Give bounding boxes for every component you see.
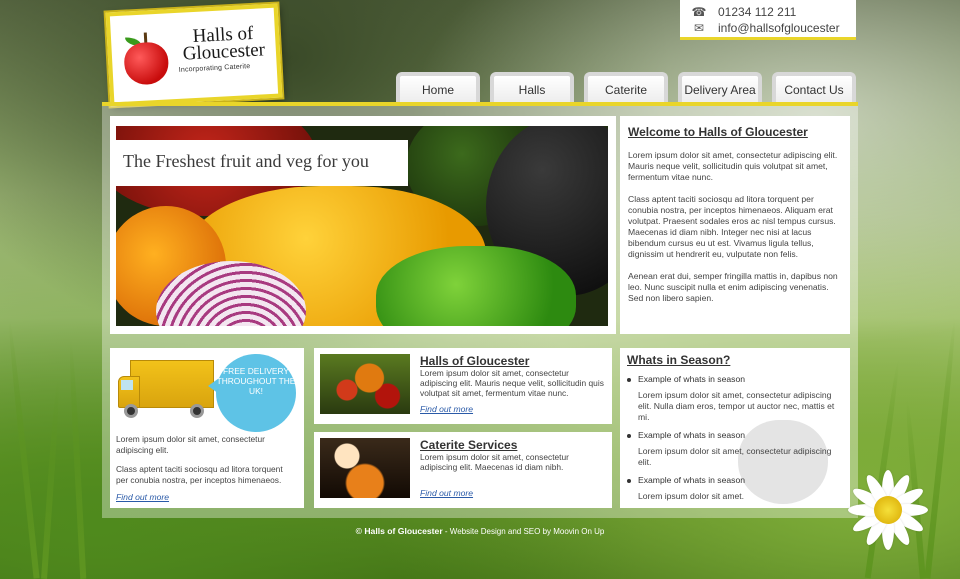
footer: © Halls of Gloucester - Website Design a…	[102, 526, 858, 536]
nav-contact-us[interactable]: Contact Us	[772, 72, 856, 104]
delivery-text: Class aptent taciti sociosqu ad litora t…	[116, 464, 283, 485]
nav-delivery-area[interactable]: Delivery Area	[678, 72, 762, 104]
feature-box-caterite: Caterite Services Lorem ipsum dolor sit …	[314, 432, 612, 508]
welcome-paragraph: Aenean erat dui, semper fringilla mattis…	[628, 271, 838, 303]
find-out-more-link[interactable]: Find out more	[420, 488, 473, 498]
season-item: Example of whats in season Lorem ipsum do…	[627, 430, 843, 468]
feature-text: Lorem ipsum dolor sit amet, consectetur …	[420, 368, 604, 398]
welcome-paragraph: Class aptent taciti sociosqu ad litora t…	[628, 194, 836, 259]
nav-caterite[interactable]: Caterite	[584, 72, 668, 104]
nav-halls[interactable]: Halls	[490, 72, 574, 104]
produce-thumbnail[interactable]	[320, 354, 410, 414]
site-logo[interactable]: Halls of Gloucester Incorporating Cateri…	[105, 3, 283, 107]
feature-text: Lorem ipsum dolor sit amet, consectetur …	[420, 452, 569, 472]
welcome-paragraph: Lorem ipsum dolor sit amet, consectetur …	[628, 150, 838, 182]
delivery-link-wrap: Find out more	[116, 492, 296, 503]
green-pepper-shape	[376, 246, 576, 326]
season-list: Example of whats in season Lorem ipsum do…	[627, 374, 843, 502]
feature-box-halls: Halls of Gloucester Lorem ipsum dolor si…	[314, 348, 612, 424]
email-address[interactable]: info@hallsofgloucester	[718, 21, 840, 35]
grass-blade	[6, 319, 40, 579]
find-out-more-link[interactable]: Find out more	[116, 492, 169, 502]
nav-home[interactable]: Home	[396, 72, 480, 104]
apple-icon	[123, 41, 170, 86]
grass-blade	[67, 339, 87, 579]
envelope-icon: ✉	[693, 21, 705, 35]
season-item: Example of whats in season Lorem ipsum do…	[627, 374, 843, 423]
footer-credit[interactable]: - Website Design and SEO by Moovin On Up	[443, 527, 604, 536]
catering-thumbnail[interactable]	[320, 438, 410, 498]
logo-name: Halls of Gloucester	[182, 22, 266, 65]
phone-row: ☎ 01234 112 211	[690, 5, 797, 19]
delivery-text: Lorem ipsum dolor sit amet, consectetur …	[116, 434, 265, 455]
feature-title[interactable]: Caterite Services	[420, 438, 517, 452]
delivery-box: FREE DELIVERY THROUGHOUT THE UK! Lorem i…	[110, 348, 304, 508]
phone-number: 01234 112 211	[718, 5, 797, 19]
footer-copyright: © Halls of Gloucester	[355, 526, 443, 536]
logo-subtitle: Incorporating Caterite	[178, 63, 251, 74]
welcome-box: Welcome to Halls of Gloucester Lorem ips…	[620, 116, 850, 334]
free-delivery-bubble: FREE DELIVERY THROUGHOUT THE UK!	[216, 354, 296, 432]
welcome-title: Welcome to Halls of Gloucester	[628, 125, 808, 139]
feature-title[interactable]: Halls of Gloucester	[420, 354, 529, 368]
find-out-more-link[interactable]: Find out more	[420, 404, 473, 414]
email-row[interactable]: ✉ info@hallsofgloucester	[690, 21, 840, 35]
grass-blade	[41, 379, 61, 579]
phone-icon: ☎	[691, 5, 707, 19]
contact-box: ☎ 01234 112 211 ✉ info@hallsofgloucester	[680, 0, 856, 40]
season-item: Example of whats in season Lorem ipsum do…	[627, 475, 843, 502]
season-title: Whats in Season?	[627, 353, 731, 367]
daisy-flower	[846, 468, 930, 552]
hero-caption: The Freshest fruit and veg for you	[112, 140, 408, 186]
season-box: Whats in Season? Example of whats in sea…	[620, 348, 850, 508]
